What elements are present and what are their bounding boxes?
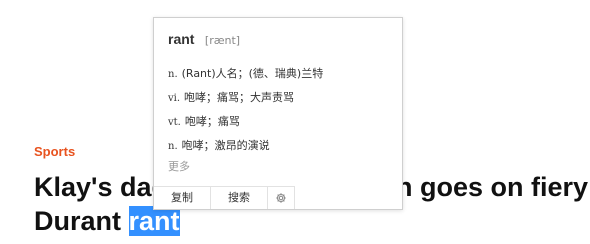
- definition-text: (Rant)人名；(德、瑞典)兰特: [181, 67, 324, 80]
- dictionary-popup: rant [rænt] n. (Rant)人名；(德、瑞典)兰特 vi. 咆哮；痛骂…: [153, 17, 403, 210]
- definition-text: 咆哮；痛骂；大声责骂: [184, 91, 295, 104]
- page: Sports Klay's dad Mychal Thompson goes o…: [0, 0, 590, 244]
- definition-list: n. (Rant)人名；(德、瑞典)兰特 vi. 咆哮；痛骂；大声责骂 vt. 咆哮；…: [168, 62, 323, 158]
- definition-item: vi. 咆哮；痛骂；大声责骂: [168, 86, 323, 110]
- popup-header: rant [rænt]: [168, 31, 240, 49]
- popup-toolbar: 复制 搜索: [154, 186, 295, 209]
- definition-text: 咆哮；痛骂: [184, 115, 240, 128]
- definition-text: 咆哮；激昂的演说: [181, 139, 270, 152]
- search-button[interactable]: 搜索: [211, 187, 268, 209]
- copy-button[interactable]: 复制: [154, 187, 211, 209]
- headline-line-2-prefix: Durant: [34, 206, 129, 236]
- part-of-speech: vi.: [168, 93, 181, 104]
- definition-item: n. 咆哮；激昂的演说: [168, 134, 323, 158]
- definition-item: n. (Rant)人名；(德、瑞典)兰特: [168, 62, 323, 86]
- gear-icon: [276, 193, 286, 203]
- part-of-speech: n.: [168, 141, 178, 152]
- popup-phonetic: [rænt]: [204, 34, 241, 47]
- definition-item: vt. 咆哮；痛骂: [168, 110, 323, 134]
- part-of-speech: vt.: [168, 117, 181, 128]
- settings-button[interactable]: [268, 187, 295, 209]
- more-link[interactable]: 更多: [168, 158, 190, 174]
- part-of-speech: n.: [168, 69, 178, 80]
- category-label[interactable]: Sports: [34, 144, 75, 159]
- selected-word[interactable]: rant: [128, 206, 180, 236]
- popup-word: rant: [168, 31, 195, 47]
